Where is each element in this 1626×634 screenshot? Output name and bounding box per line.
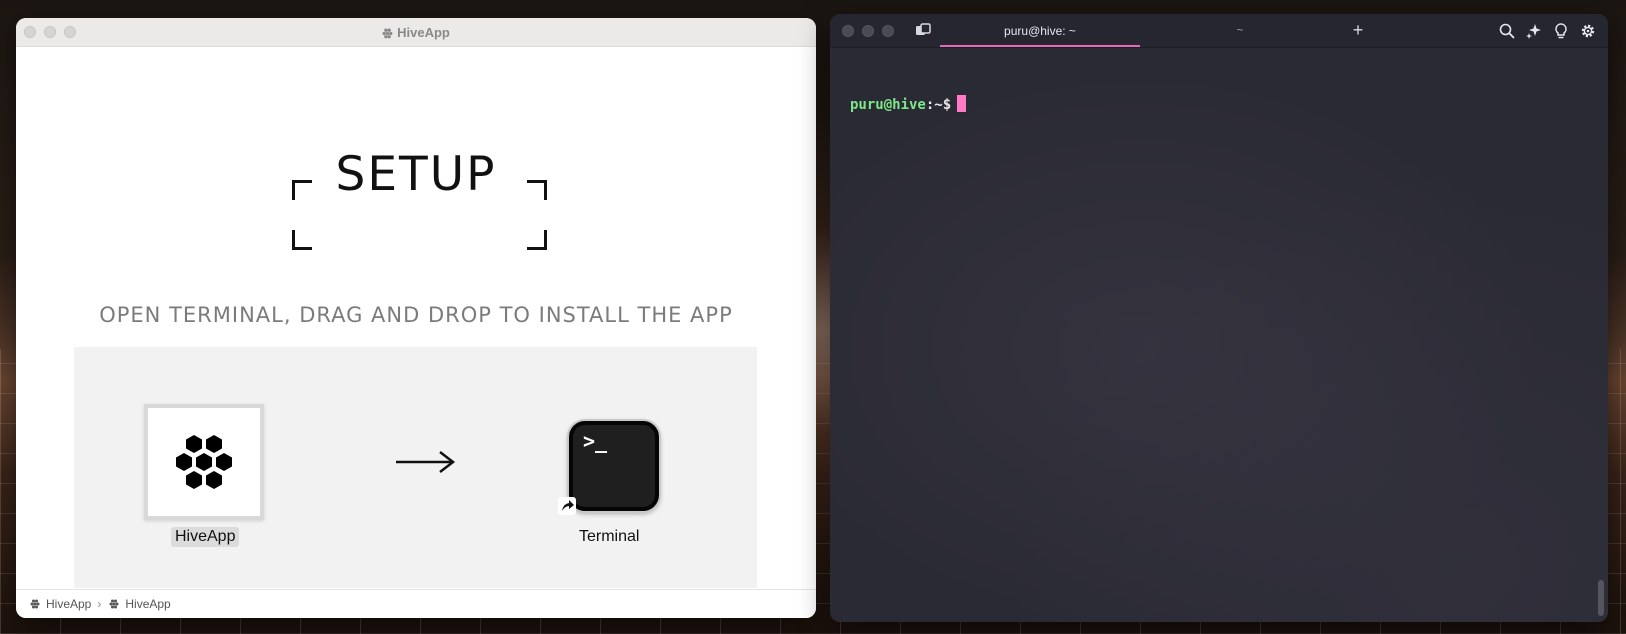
terminal-prompt-glyph: >_ — [583, 429, 608, 453]
scrollbar-thumb[interactable] — [1598, 580, 1604, 616]
setup-content: SETUP OPEN TERMINAL, DRAG AND DROP TO IN… — [16, 47, 816, 589]
new-tab-button[interactable]: + — [1346, 18, 1370, 42]
breadcrumb-label: HiveApp — [46, 597, 92, 611]
sparkle-icon[interactable] — [1525, 22, 1542, 39]
prompt-path: ~ — [934, 97, 943, 113]
breadcrumb-item[interactable]: HiveApp — [30, 597, 91, 611]
terminal-toolbar — [1498, 22, 1596, 39]
search-icon[interactable] — [1498, 22, 1515, 39]
zoom-button[interactable] — [882, 25, 894, 37]
terminal-window: puru@hive: ~ ~ + puru@hive:~$ — [830, 14, 1608, 622]
prompt-user-host: puru@hive — [850, 97, 926, 113]
tabs-overview-icon[interactable] — [915, 23, 931, 37]
window-title-text: HiveApp — [397, 25, 450, 40]
hive-icon — [382, 28, 393, 39]
lightbulb-icon[interactable] — [1552, 22, 1569, 39]
hiveapp-label[interactable]: HiveApp — [171, 527, 240, 547]
hive-icon — [176, 435, 232, 489]
prompt-symbol: $ — [942, 97, 952, 113]
terminal-label: Terminal — [579, 528, 640, 545]
install-instruction: OPEN TERMINAL, DRAG AND DROP TO INSTALL … — [99, 303, 733, 327]
window-title: HiveApp — [16, 25, 816, 40]
bracket-decoration — [292, 230, 312, 250]
terminal-drop-target-icon[interactable]: >_ — [569, 421, 659, 511]
window-controls — [842, 25, 894, 37]
hive-icon — [30, 599, 40, 609]
terminal-titlebar[interactable]: puru@hive: ~ ~ + — [830, 14, 1608, 48]
hiveapp-draggable-icon[interactable] — [144, 404, 264, 520]
breadcrumb-label: HiveApp — [125, 597, 171, 611]
hiveapp-titlebar[interactable]: HiveApp — [16, 18, 816, 47]
drag-drop-panel: HiveApp >_ Terminal — [74, 347, 757, 588]
arrow-right-icon — [396, 451, 456, 473]
setup-heading: SETUP — [335, 147, 497, 202]
terminal-output[interactable]: puru@hive:~$ — [830, 48, 1608, 113]
tab-inactive[interactable]: ~ — [1140, 14, 1340, 48]
alias-arrow-icon — [558, 497, 576, 515]
breadcrumb-item[interactable]: HiveApp — [109, 597, 171, 611]
hive-icon — [109, 599, 119, 609]
text-cursor — [957, 95, 967, 112]
bracket-decoration — [527, 230, 547, 250]
gear-icon[interactable] — [1579, 22, 1596, 39]
chevron-right-icon: › — [97, 597, 102, 611]
path-bar: HiveApp › HiveApp — [16, 589, 816, 618]
close-button[interactable] — [842, 25, 854, 37]
tab-active[interactable]: puru@hive: ~ — [940, 14, 1140, 48]
minimize-button[interactable] — [862, 25, 874, 37]
hiveapp-window: HiveApp SETUP OPEN TERMINAL, DRAG AND DR… — [16, 18, 816, 618]
